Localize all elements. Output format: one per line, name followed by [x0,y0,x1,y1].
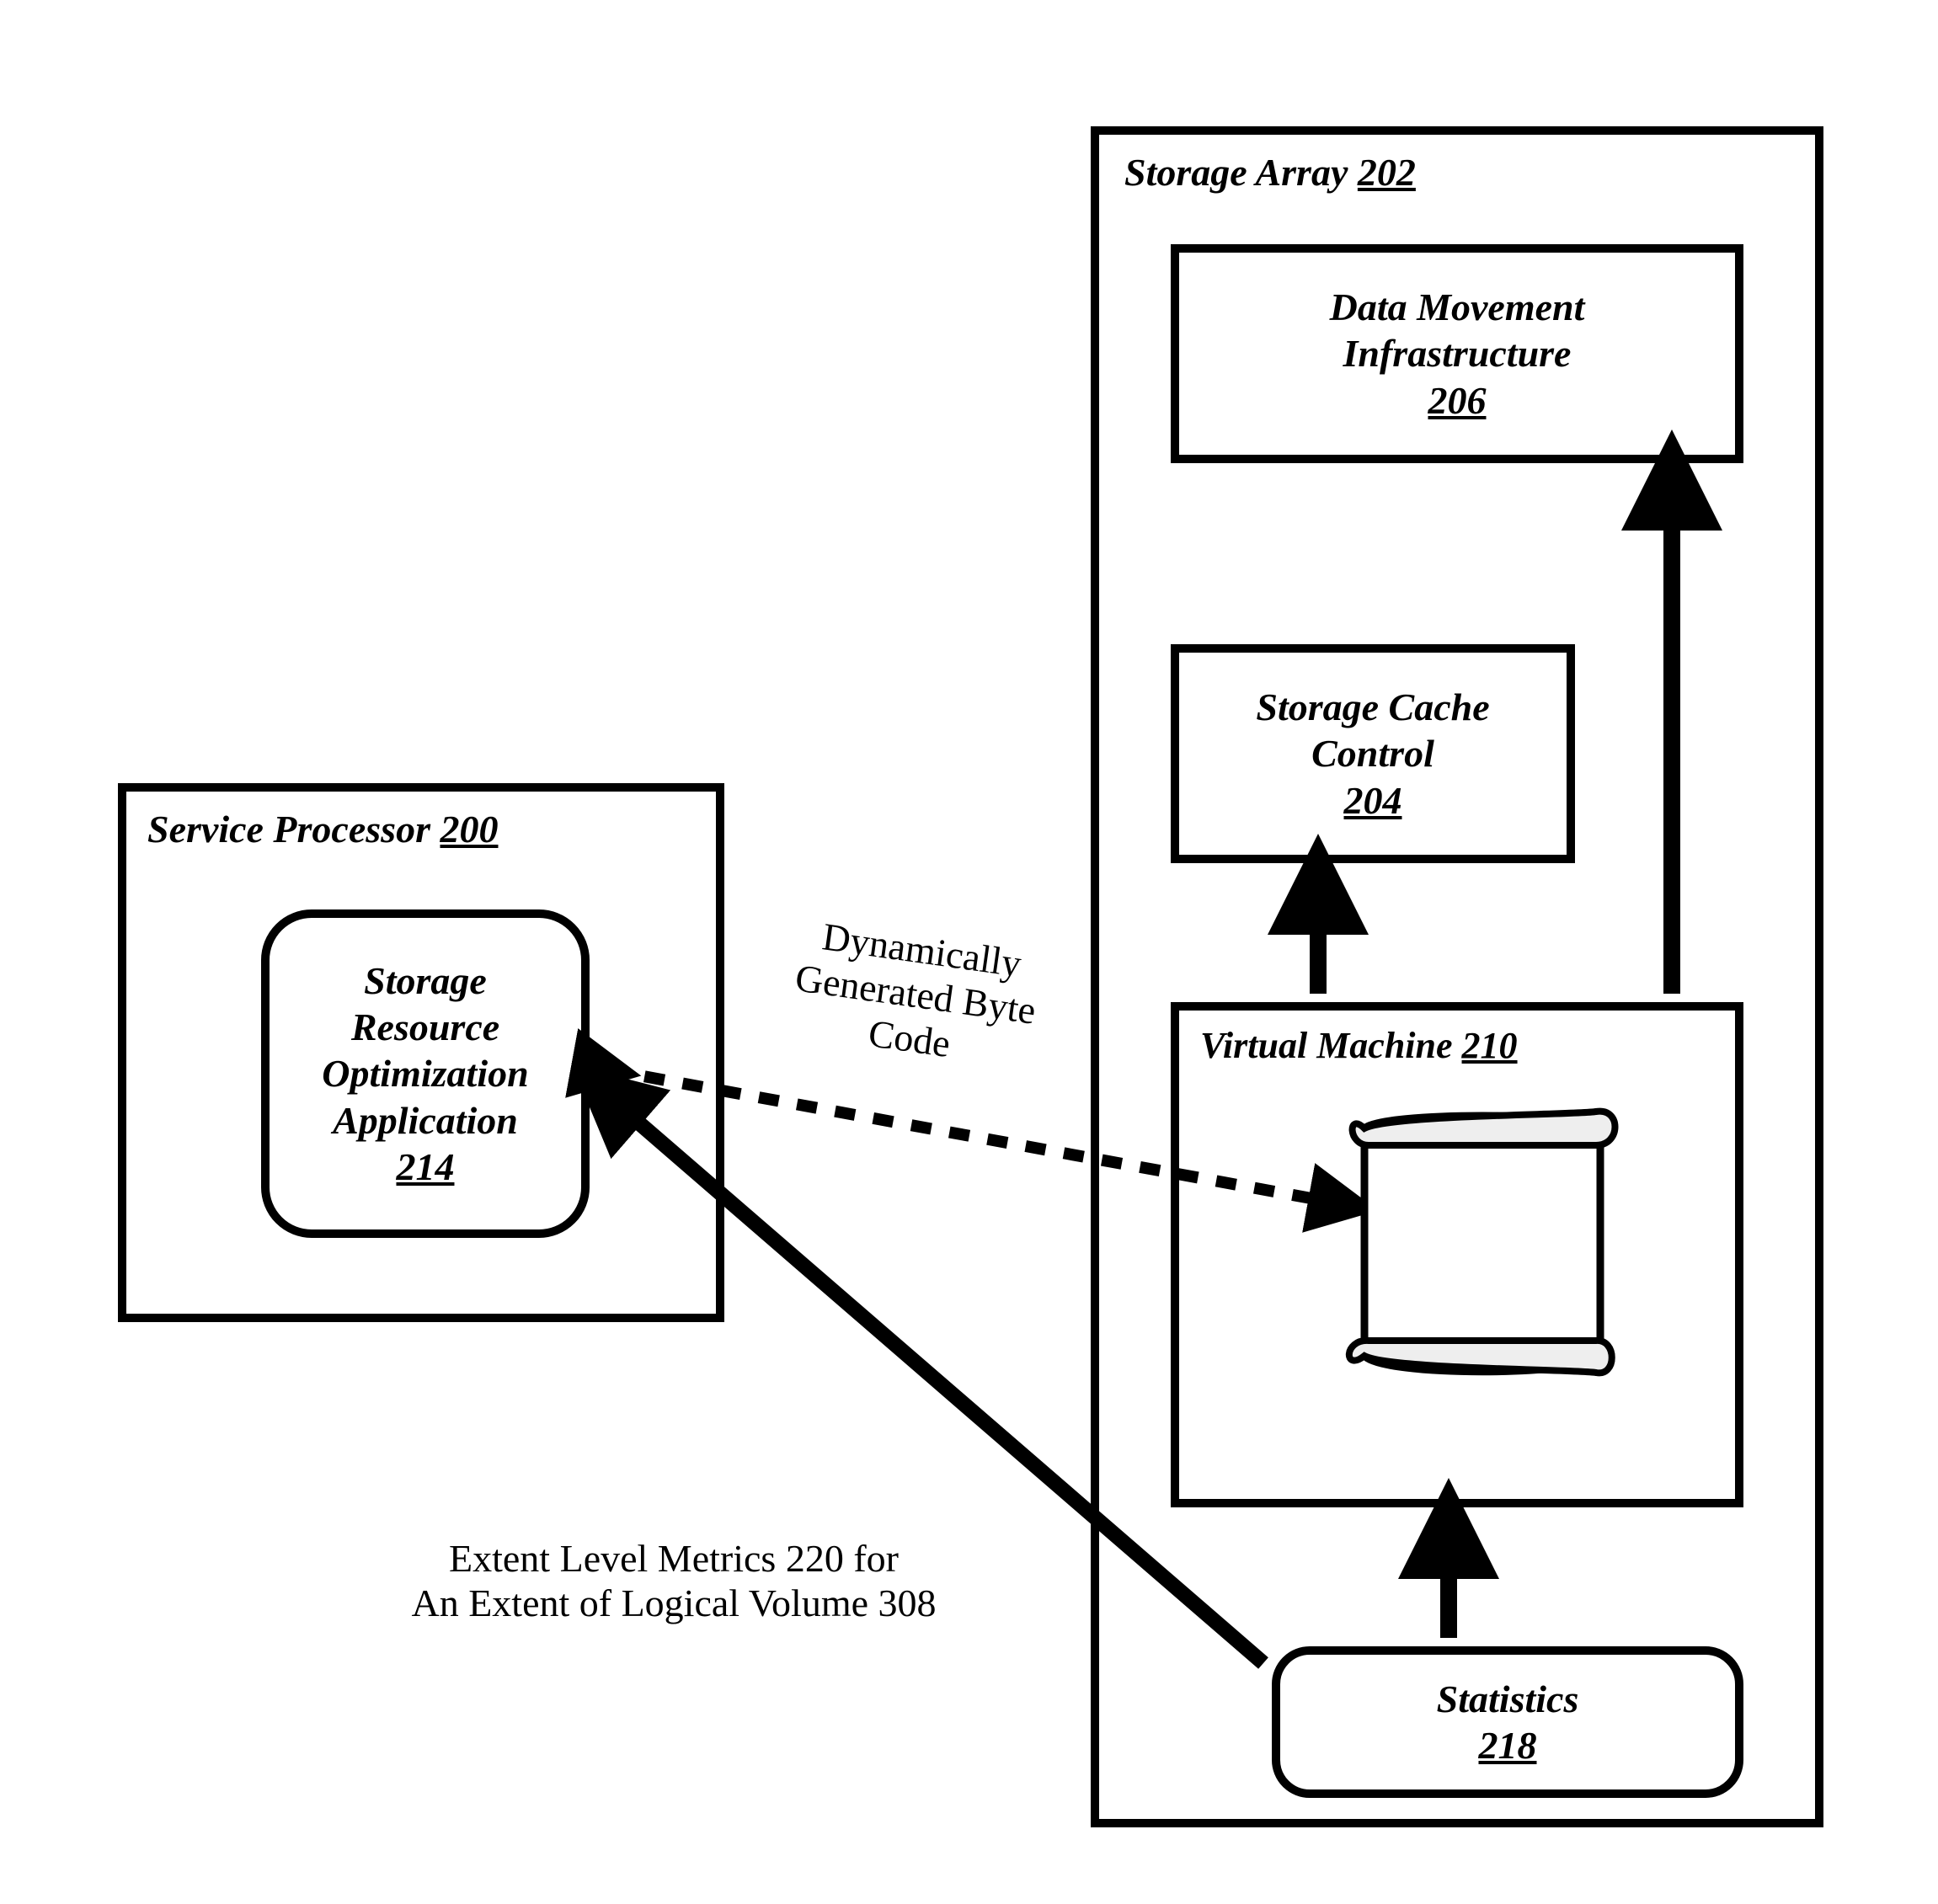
bc-line2: Code [1437,1224,1519,1267]
vm-title: Virtual Machine 210 [1200,1026,1518,1066]
storage-array-box: Storage Array 202 Data Movement Infrastr… [1091,126,1823,1827]
ma-line2: An Extent of Logical Volume 308 [411,1581,936,1624]
stats-ref: 218 [1479,1724,1537,1767]
service-processor-title: Service Processor 200 [147,808,498,851]
app-line2: Resource [351,1005,499,1048]
vm-title-text: Virtual Machine [1200,1025,1453,1066]
storage-array-ref: 202 [1358,151,1416,194]
app-line1: Storage [364,959,487,1002]
bytecode-arrow-label: Dynamically Generated Byte Code [739,905,1092,1085]
service-processor-title-text: Service Processor [147,808,430,851]
cc-line2: Control [1311,732,1434,775]
storage-cache-control-box: Storage Cache Control 204 [1171,644,1575,863]
storage-optimization-app-text: Storage Resource Optimization Applicatio… [322,957,528,1190]
app-line3: Optimization [322,1052,528,1095]
service-processor-ref: 200 [440,808,498,851]
ma-line1: Extent Level Metrics 220 for [449,1537,899,1580]
storage-array-title: Storage Array 202 [1124,152,1416,195]
statistics-box: Statistics 218 [1272,1646,1743,1798]
metrics-arrow-label: Extent Level Metrics 220 for An Extent o… [371,1537,977,1626]
cc-line1: Storage Cache [1256,685,1489,728]
stats-title: Statistics [1437,1677,1579,1720]
dm-line1: Data Movement [1330,285,1585,328]
storage-optimization-app-box: Storage Resource Optimization Applicatio… [261,909,590,1238]
bytecode-scroll-text: Byte Code 212 [1394,1179,1562,1313]
bc-ref: 212 [1449,1268,1508,1311]
cc-ref: 204 [1344,779,1402,822]
service-processor-box: Service Processor 200 Storage Resource O… [118,783,724,1322]
app-ref: 214 [396,1145,454,1188]
data-movement-infrastructure-box: Data Movement Infrastructure 206 [1171,244,1743,463]
data-movement-text: Data Movement Infrastructure 206 [1330,284,1585,424]
cache-control-text: Storage Cache Control 204 [1256,684,1489,824]
dm-ref: 206 [1428,379,1486,422]
vm-ref: 210 [1462,1025,1518,1066]
storage-array-title-text: Storage Array [1124,151,1348,194]
app-line4: Application [333,1099,518,1142]
diagram-canvas: Service Processor 200 Storage Resource O… [0,0,1938,1904]
statistics-text: Statistics 218 [1437,1676,1579,1768]
bc-line1: Byte [1442,1179,1515,1222]
dm-line2: Infrastructure [1343,332,1572,375]
